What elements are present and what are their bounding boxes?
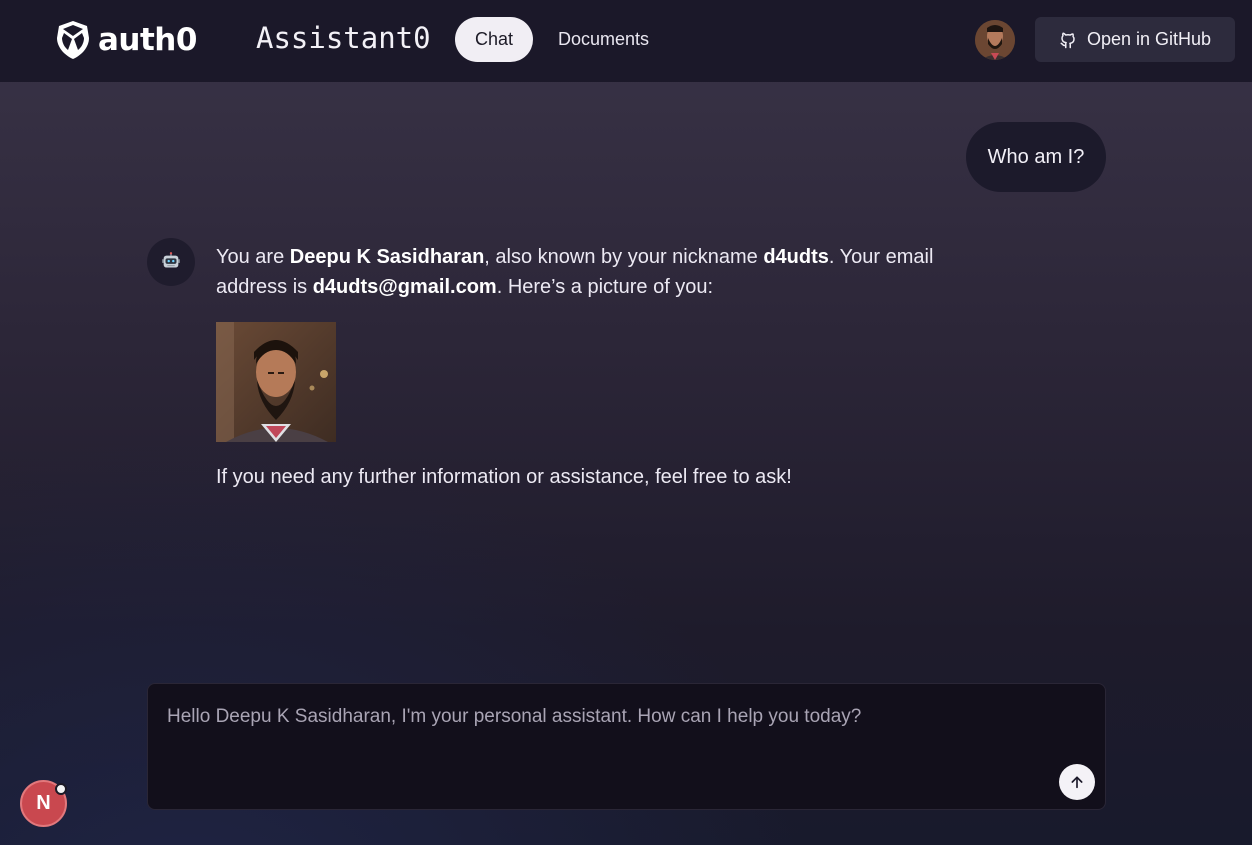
profile-photo-image xyxy=(216,322,336,442)
auth0-logo[interactable]: auth0 xyxy=(56,20,197,60)
open-in-github-button[interactable]: Open in GitHub xyxy=(1035,17,1235,62)
chat-input-container xyxy=(147,683,1106,810)
arrow-up-icon xyxy=(1071,776,1083,789)
bot-text-segment: , also known by your nickname xyxy=(484,246,764,268)
nav-tab-documents[interactable]: Documents xyxy=(548,17,659,62)
user-message-text: Who am I? xyxy=(987,145,1085,168)
bot-text-segment: You are xyxy=(216,246,290,268)
github-button-label: Open in GitHub xyxy=(1086,29,1212,49)
user-message-bubble: Who am I? xyxy=(966,122,1106,192)
top-navbar: auth0 Assistant0 Chat Documents Open in … xyxy=(0,0,1252,82)
user-avatar[interactable] xyxy=(975,20,1015,60)
user-full-name: Deepu K Sasidharan xyxy=(289,246,485,268)
send-button[interactable] xyxy=(1059,764,1095,800)
user-nickname: d4udts xyxy=(763,246,829,268)
nav-tab-chat[interactable]: Chat xyxy=(455,17,533,62)
badge-status-dot xyxy=(55,783,67,795)
bot-avatar xyxy=(147,238,195,286)
app-title: Assistant0 xyxy=(256,21,431,55)
user-profile-picture xyxy=(216,322,336,442)
github-icon xyxy=(1060,32,1075,48)
robot-icon xyxy=(162,252,180,268)
auth0-shield-icon xyxy=(57,21,89,59)
bot-message-text: You are Deepu K Sasidharan, also known b… xyxy=(216,242,936,302)
logo-text: auth0 xyxy=(98,22,197,58)
user-email: d4udts@gmail.com xyxy=(312,276,497,298)
bot-text-segment: . Here’s a picture of you: xyxy=(496,276,714,298)
bot-followup-text: If you need any further information or a… xyxy=(216,466,792,488)
chat-input[interactable] xyxy=(148,684,1105,809)
user-photo xyxy=(975,20,1015,60)
